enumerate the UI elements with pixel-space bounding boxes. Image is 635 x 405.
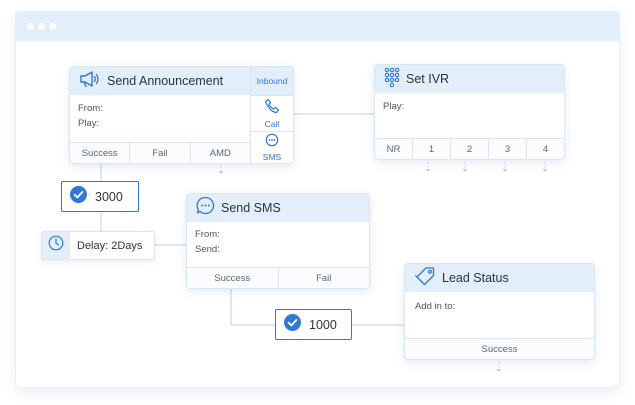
counter-value: 3000: [95, 189, 123, 204]
counter-badge: 3000: [61, 181, 139, 212]
node-title: Send SMS: [221, 201, 281, 215]
field-label: Send:: [195, 244, 220, 255]
trigger-label: Inbound: [256, 76, 288, 86]
node-header: Lead Status: [405, 264, 594, 292]
send-announcement-node[interactable]: Send Announcement From: Play: Success Fa…: [70, 67, 293, 163]
trigger-label: SMS: [262, 152, 282, 162]
trigger-panel: Inbound Call SMS: [250, 67, 293, 163]
counter-value: 1000: [309, 317, 337, 332]
tag-icon: [414, 266, 436, 291]
lead-status-node[interactable]: Lead Status Add in to: Success: [405, 264, 594, 359]
output-amd[interactable]: AMD: [189, 143, 250, 163]
field-label: Add in to:: [415, 301, 456, 312]
counter-badge: 1000: [275, 309, 352, 340]
check-circle-icon: [284, 313, 301, 336]
field-label: Play:: [78, 118, 100, 129]
output-2[interactable]: 2: [450, 139, 488, 159]
output-success[interactable]: Success: [187, 268, 278, 288]
output-fail[interactable]: Fail: [277, 268, 370, 288]
delay-label: Delay: 2Days: [77, 239, 143, 252]
node-outputs: Success: [405, 338, 594, 359]
output-4[interactable]: 4: [526, 139, 564, 159]
node-outputs: Success Fail AMD: [70, 142, 250, 163]
field-label: From:: [195, 229, 220, 240]
output-3[interactable]: 3: [488, 139, 526, 159]
node-title: Set IVR: [406, 72, 450, 86]
trigger-sms[interactable]: SMS: [251, 131, 293, 163]
node-header: Send Announcement: [70, 67, 250, 95]
node-header: Send SMS: [187, 194, 369, 222]
clock-icon: [48, 235, 64, 256]
trigger-label: Call: [264, 119, 280, 129]
trigger-call[interactable]: Call: [251, 95, 293, 131]
output-success[interactable]: Success: [70, 143, 129, 163]
output-fail[interactable]: Fail: [129, 143, 189, 163]
node-outputs: Success Fail: [187, 267, 369, 288]
chat-bubble-icon: [265, 133, 279, 152]
node-header: Set IVR: [375, 65, 564, 93]
node-outputs: NR 1 2 3 4: [375, 138, 564, 159]
trigger-inbound[interactable]: Inbound: [251, 67, 293, 95]
output-success[interactable]: Success: [405, 339, 594, 359]
node-title: Send Announcement: [107, 74, 224, 88]
chat-bubble-icon: [196, 196, 215, 220]
field-label: From:: [78, 103, 103, 114]
phone-icon: [264, 98, 280, 119]
field-label: Play:: [383, 101, 405, 112]
output-nr[interactable]: NR: [375, 139, 412, 159]
megaphone-icon: [79, 70, 101, 93]
output-1[interactable]: 1: [412, 139, 450, 159]
check-circle-icon: [70, 185, 87, 208]
keypad-icon: [384, 67, 400, 92]
send-sms-node[interactable]: Send SMS From: Send: Success Fail: [187, 194, 369, 288]
delay-node[interactable]: Delay: 2Days: [41, 231, 155, 260]
set-ivr-node[interactable]: Set IVR Play: NR 1 2 3 4: [375, 65, 564, 159]
node-title: Lead Status: [442, 271, 509, 285]
delay-icon-box: [42, 232, 70, 259]
